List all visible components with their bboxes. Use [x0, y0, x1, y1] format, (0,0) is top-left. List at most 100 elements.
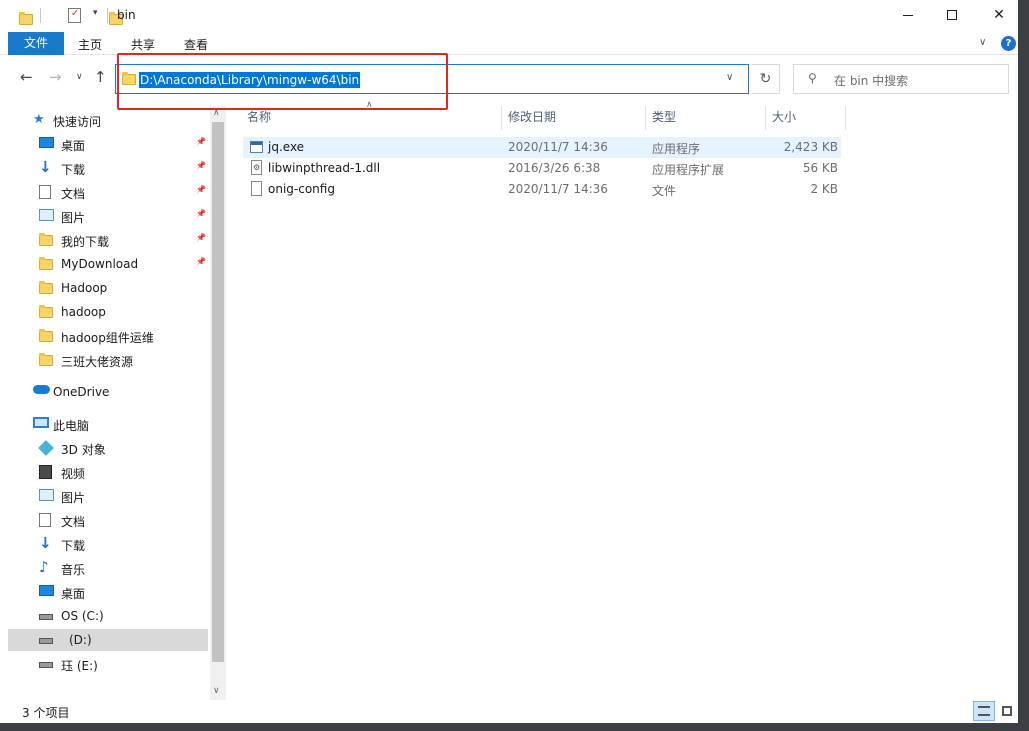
annotation-highlight-box — [117, 53, 448, 110]
tab-view[interactable]: 查看 — [184, 36, 208, 53]
up-arrow-icon[interactable]: ↑ — [94, 68, 107, 86]
sidebar-item[interactable]: 文档 📌 — [8, 181, 208, 203]
status-bar: 3 个项目 — [0, 700, 1018, 723]
file-name: libwinpthread-1.dll — [268, 161, 381, 175]
sidebar-item-label: hadoop — [61, 305, 106, 319]
sidebar-item[interactable]: Hadoop — [8, 277, 208, 299]
file-type: 应用程序扩展 — [652, 163, 725, 177]
sidebar-item[interactable]: ↓ 下载 📌 — [8, 157, 208, 179]
sidebar-item[interactable]: OS (C:) — [8, 605, 208, 627]
document-icon — [39, 513, 51, 527]
explorer-window: ▾ bin ✕ 文件 主页 共享 查看 ∨ ? ← → ∨ ↑ D:\Anaco… — [0, 0, 1018, 723]
sidebar-item-label: 此电脑 — [53, 419, 90, 433]
sidebar-item[interactable]: 桌面 📌 — [8, 133, 208, 155]
file-name: jq.exe — [268, 140, 305, 154]
sidebar-item[interactable]: 图片 📌 — [8, 205, 208, 227]
sidebar-item[interactable]: ↓ 下载 — [8, 533, 208, 555]
expand-ribbon-chevron-icon[interactable]: ∨ — [979, 37, 986, 48]
desktop-icon — [39, 137, 54, 148]
sidebar-item[interactable]: 视频 — [8, 461, 208, 483]
sidebar-item-label: 下载 — [61, 163, 86, 177]
scrollbar-thumb[interactable] — [212, 122, 224, 662]
sidebar-item-label: 桌面 — [61, 587, 86, 601]
properties-icon[interactable] — [67, 8, 81, 23]
sidebar-item-label: 快速访问 — [53, 115, 102, 129]
sidebar-item[interactable]: ♪ 音乐 — [8, 557, 208, 579]
column-header-type[interactable]: 类型 — [646, 106, 766, 130]
folder-icon — [39, 329, 53, 342]
pin-icon: 📌 — [196, 257, 206, 266]
folder-icon — [39, 257, 53, 270]
download-icon: ↓ — [39, 158, 52, 176]
title-bar: ▾ bin ✕ — [0, 0, 1018, 31]
navigation-pane: ★ 快速访问 桌面 📌 ↓ 下载 📌 文档 📌 图片 📌 我的下载 📌 MyDownload 📌 Hadoop… — [8, 106, 226, 700]
close-button[interactable]: ✕ — [975, 0, 1023, 31]
large-icons-view-button[interactable] — [996, 701, 1018, 721]
sidebar-item[interactable]: 三班大佬资源 — [8, 349, 208, 371]
address-history-chevron-icon[interactable]: ∨ — [726, 72, 733, 83]
tab-file[interactable]: 文件 — [8, 32, 64, 55]
dll-file-icon — [251, 160, 262, 175]
sidebar-item-label: 音乐 — [61, 563, 86, 577]
back-arrow-icon[interactable]: ← — [20, 68, 33, 86]
file-row[interactable]: libwinpthread-1.dll 2016/3/26 6:38 应用程序扩展 5… — [243, 158, 841, 179]
sidebar-item[interactable]: 3D 对象 — [8, 437, 208, 459]
customize-quick-access-dropdown[interactable]: ▾ — [93, 8, 98, 18]
pin-icon: 📌 — [196, 185, 206, 194]
details-view-button[interactable] — [973, 701, 995, 721]
help-icon[interactable]: ? — [1001, 36, 1016, 51]
sidebar-item-label: 3D 对象 — [61, 443, 106, 457]
pictures-icon — [39, 489, 54, 501]
file-date: 2016/3/26 6:38 — [508, 161, 601, 175]
exe-file-icon — [250, 141, 263, 153]
sidebar-item-label: 三班大佬资源 — [61, 355, 134, 369]
sidebar-item[interactable]: 此电脑 — [8, 413, 208, 435]
refresh-button[interactable]: ↻ — [752, 64, 780, 94]
sidebar-item[interactable]: 文档 — [8, 509, 208, 531]
close-icon: ✕ — [993, 7, 1005, 23]
scroll-down-icon[interactable]: ∨ — [213, 686, 220, 696]
download-icon: ↓ — [39, 534, 52, 552]
column-header-size[interactable]: 大小 — [766, 106, 846, 130]
sidebar-item[interactable]: (D:) — [8, 629, 208, 651]
forward-arrow-icon[interactable]: → — [49, 68, 62, 86]
file-row[interactable]: onig-config 2020/11/7 14:36 文件 2 KB — [243, 179, 841, 200]
sidebar-item[interactable]: OneDrive — [8, 381, 208, 403]
file-row[interactable]: jq.exe 2020/11/7 14:36 应用程序 2,423 KB — [243, 137, 841, 158]
sidebar-item[interactable]: hadoop组件运维 — [8, 325, 208, 347]
folder-icon — [39, 281, 53, 294]
tab-home[interactable]: 主页 — [78, 36, 102, 53]
sidebar-item[interactable]: MyDownload 📌 — [8, 253, 208, 275]
tab-share[interactable]: 共享 — [131, 36, 155, 53]
sidebar-item-label: 图片 — [61, 211, 86, 225]
sidebar-item[interactable]: ★ 快速访问 — [8, 109, 208, 131]
search-input[interactable]: 在 bin 中搜索 — [834, 72, 908, 89]
file-size: 2 KB — [810, 182, 838, 196]
recent-locations-chevron-icon[interactable]: ∨ — [76, 72, 83, 82]
window-title: bin — [117, 8, 136, 22]
sidebar-item[interactable]: 桌面 — [8, 581, 208, 603]
onedrive-icon — [33, 385, 50, 394]
maximize-icon — [947, 10, 957, 20]
sidebar-item[interactable]: hadoop — [8, 301, 208, 323]
search-box[interactable]: ⚲ 在 bin 中搜索 — [793, 64, 1009, 94]
sidebar-item-label: 下载 — [61, 539, 86, 553]
sidebar-item[interactable]: 珏 (E:) — [8, 653, 208, 675]
minimize-button[interactable] — [884, 0, 932, 31]
computer-icon — [33, 417, 49, 428]
drive-icon — [39, 614, 53, 620]
sidebar-item[interactable]: 图片 — [8, 485, 208, 507]
maximize-button[interactable] — [928, 0, 976, 31]
file-date: 2020/11/7 14:36 — [508, 182, 608, 196]
file-name: onig-config — [268, 182, 335, 196]
drive-icon — [39, 662, 53, 668]
details-view-icon — [978, 706, 990, 716]
item-count: 3 个项目 — [22, 706, 70, 720]
sidebar-item-label: OneDrive — [53, 385, 110, 399]
sidebar-item[interactable]: 我的下载 📌 — [8, 229, 208, 251]
minimize-icon — [903, 14, 913, 16]
music-icon: ♪ — [39, 558, 49, 576]
file-type: 应用程序 — [652, 142, 701, 156]
column-header-date[interactable]: 修改日期 — [502, 106, 646, 130]
pictures-icon — [39, 209, 54, 221]
